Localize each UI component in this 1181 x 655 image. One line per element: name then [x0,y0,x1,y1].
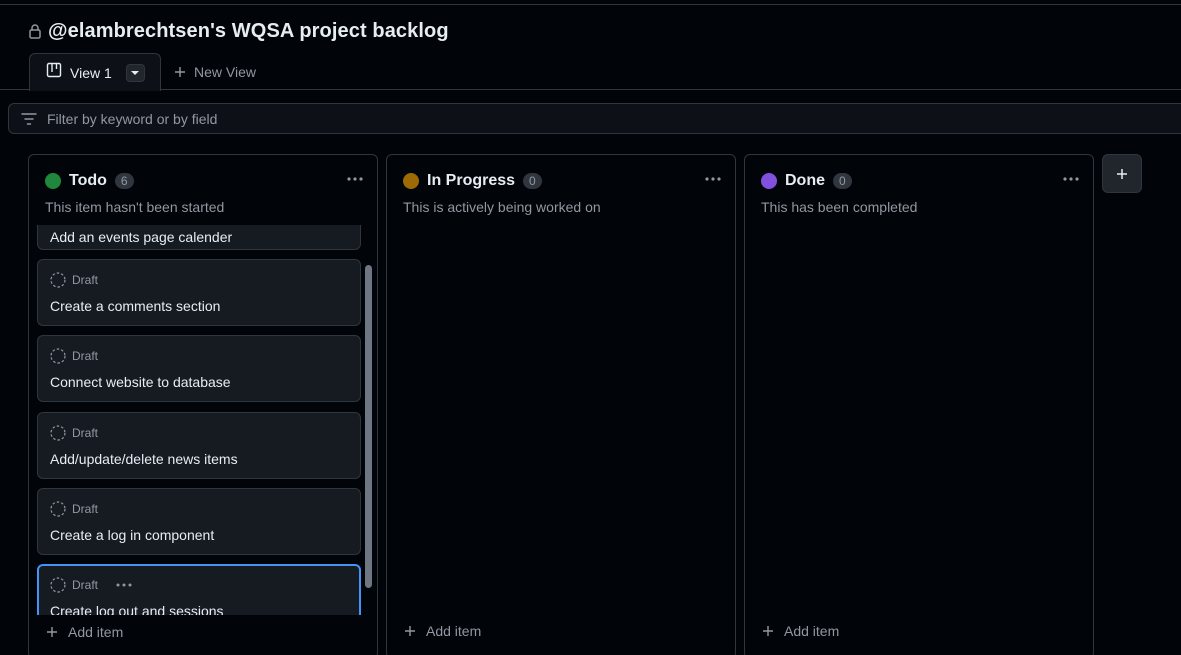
card-title[interactable]: Connect website to database [50,374,231,390]
new-view-label: New View [194,64,256,80]
add-item-button[interactable]: Add item [762,623,839,639]
item-card[interactable]: Draft Create a log in component [37,488,361,555]
item-card[interactable]: Draft Add/update/delete news items [37,412,361,479]
column-title: In Progress [427,172,516,189]
card-menu-icon[interactable] [116,583,132,587]
column-title: Todo [69,172,107,189]
plus-icon [175,67,185,77]
lock-icon [28,23,42,39]
card-status: Draft [50,425,98,441]
add-item-button[interactable]: Add item [46,624,123,640]
kebab-horizontal-icon [347,177,363,181]
card-title[interactable]: Add/update/delete news items [50,451,238,467]
page-title: @elambrechtsen's WQSA project backlog [48,19,449,42]
item-card-selected[interactable]: Draft Create log out and sessions [37,564,361,615]
view-options-button[interactable] [125,63,145,82]
chevron-down-icon [131,70,140,75]
column-todo: Todo 6 This item hasn't been started Add… [28,154,378,655]
plus-icon [1117,168,1127,179]
item-card[interactable]: Draft Create a comments section [37,259,361,326]
column-header: In Progress 0 [403,171,723,191]
item-card[interactable]: Draft Connect website to database [37,335,361,402]
card-status: Draft [50,272,98,288]
card-list[interactable]: Add an events page calender Draft Create… [37,225,371,615]
item-count-badge: 0 [833,173,852,189]
card-status: Draft [50,501,98,517]
column-menu-button[interactable] [1059,171,1083,187]
draft-icon [50,425,66,441]
top-divider [0,4,1181,5]
new-view-button[interactable]: New View [174,63,256,81]
card-status: Draft [50,577,132,593]
status-dot-icon [761,173,777,189]
board-icon [46,62,62,83]
filter-icon [21,112,37,125]
page-header: @elambrechtsen's WQSA project backlog [28,18,449,44]
card-title[interactable]: Create log out and sessions [50,603,224,615]
tab-view-1[interactable]: View 1 [29,53,161,91]
column-menu-button[interactable] [701,171,725,187]
column-description: This is actively being worked on [403,199,601,215]
view-tabs: View 1 New View [0,53,1181,91]
kebab-horizontal-icon [705,177,721,181]
item-count-badge: 6 [114,173,134,189]
item-card[interactable]: Add an events page calender [37,225,361,250]
plus-icon [763,626,773,636]
status-dot-icon [45,173,61,189]
plus-icon [405,626,415,636]
column-description: This item hasn't been started [45,199,225,215]
draft-icon [50,348,66,364]
card-status: Draft [50,348,98,364]
status-dot-icon [403,173,419,189]
card-title[interactable]: Create a log in component [50,527,214,543]
column-title: Done [785,172,825,189]
column-header: Done 0 [761,171,1081,191]
filter-placeholder: Filter by keyword or by field [47,110,218,127]
column-done: Done 0 This has been completed Add item [744,154,1094,655]
column-menu-button[interactable] [343,171,367,187]
kebab-horizontal-icon [1063,177,1079,181]
filter-input[interactable]: Filter by keyword or by field [8,103,1181,134]
column-header: Todo 6 [45,171,365,191]
item-count-badge: 0 [523,173,542,189]
column-in-progress: In Progress 0 This is actively being wor… [386,154,736,655]
add-column-button[interactable] [1102,154,1142,193]
tab-label: View 1 [70,64,112,81]
card-title[interactable]: Create a comments section [50,298,220,314]
draft-icon [50,501,66,517]
column-description: This has been completed [761,199,918,215]
scrollbar-thumb[interactable] [365,265,372,588]
card-title[interactable]: Add an events page calender [50,229,232,245]
plus-icon [47,627,57,637]
draft-icon [50,577,66,593]
draft-icon [50,272,66,288]
add-item-button[interactable]: Add item [404,623,481,639]
